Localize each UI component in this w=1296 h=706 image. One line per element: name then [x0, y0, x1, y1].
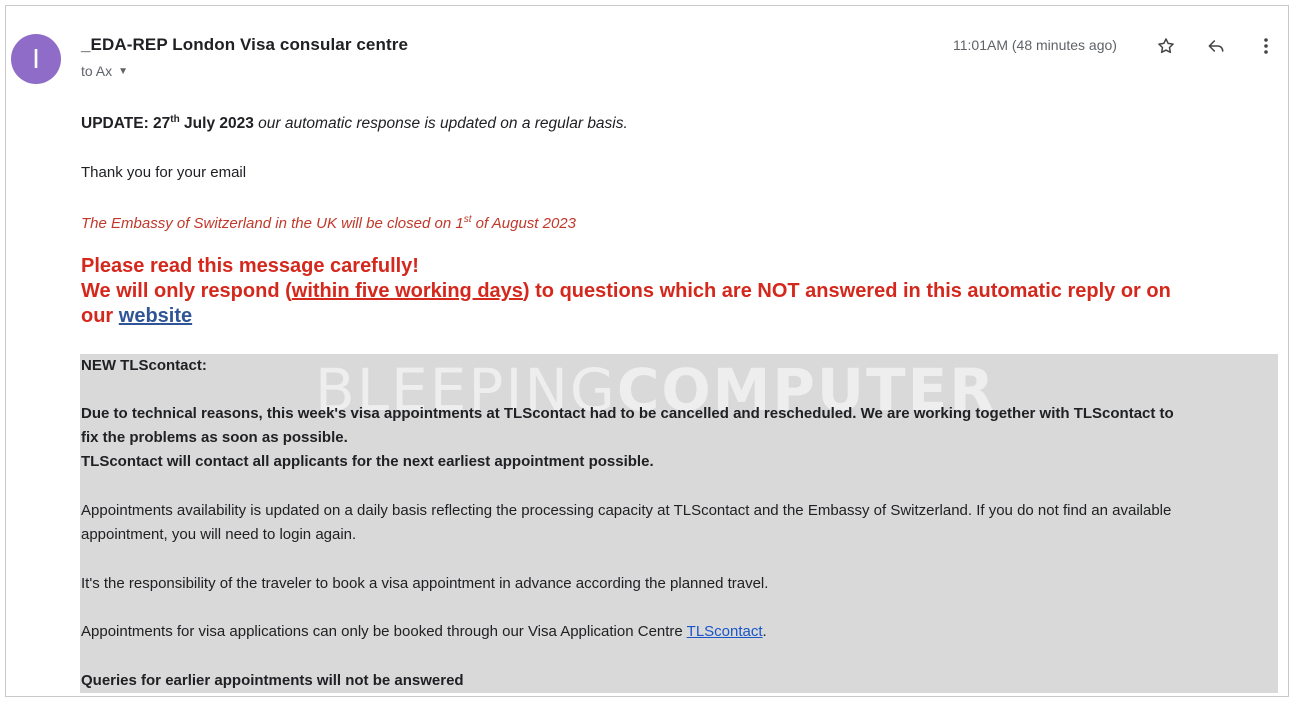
warning-line-2-b: ) to questions which are NOT answered in…: [522, 280, 1171, 302]
update-date-rest: July 2023: [179, 115, 254, 133]
warning-underlined: within five working days: [291, 280, 523, 302]
recipient-label: to Ax: [81, 63, 113, 79]
warning-line-2: We will only respond (within five workin…: [81, 279, 1281, 304]
update-date-prefix: UPDATE: 27: [81, 115, 171, 133]
timestamp: 11:01AM (48 minutes ago): [953, 37, 1117, 53]
warning-line-3: our website: [81, 304, 1281, 329]
availability-line-2: appointment, you will need to login agai…: [81, 526, 357, 543]
booking-text: Appointments for visa applications can o…: [81, 623, 687, 640]
availability-line-1: Appointments availability is updated on …: [81, 502, 1172, 519]
star-icon[interactable]: [1153, 33, 1179, 59]
closure-prefix: The Embassy of Switzerland in the UK wil…: [81, 215, 464, 232]
tls-red-line-2: fix the problems as soon as possible.: [81, 429, 348, 446]
closure-notice: The Embassy of Switzerland in the UK wil…: [81, 214, 576, 232]
website-link[interactable]: website: [119, 305, 192, 327]
warning-line-3-a: our: [81, 305, 119, 327]
tls-red-line-3: TLScontact will contact all applicants f…: [81, 453, 654, 470]
notice-box: BLEEPINGCOMPUTER NEW TLScontact: Due to …: [80, 354, 1278, 693]
recipient-line[interactable]: to Ax ▼: [81, 63, 128, 79]
more-vert-icon[interactable]: [1253, 33, 1279, 59]
email-message: I _EDA-REP London Visa consular centre t…: [5, 5, 1289, 697]
thanks-line: Thank you for your email: [81, 164, 247, 181]
update-italic: our automatic response is updated on a r…: [253, 115, 628, 133]
responsibility-line: It's the responsibility of the traveler …: [81, 575, 769, 592]
warning-line-2-a: We will only respond (: [81, 280, 292, 302]
closure-rest: of August 2023: [471, 215, 576, 232]
booking-period: .: [762, 623, 767, 640]
sender-name[interactable]: _EDA-REP London Visa consular centre: [81, 35, 408, 55]
update-notice: UPDATE: 27th July 2023 our automatic res…: [81, 114, 628, 133]
chevron-down-icon[interactable]: ▼: [118, 66, 128, 77]
warning-line-1: Please read this message carefully!: [81, 255, 419, 277]
queries-line: Queries for earlier appointments will no…: [81, 672, 464, 689]
booking-line: Appointments for visa applications can o…: [81, 623, 767, 640]
avatar-letter: I: [32, 43, 40, 74]
tlscontact-link[interactable]: TLScontact: [687, 623, 763, 640]
tls-red-line-1: Due to technical reasons, this week's vi…: [81, 405, 1174, 422]
reply-icon[interactable]: [1203, 33, 1229, 59]
tls-heading: NEW TLScontact:: [81, 357, 207, 374]
avatar[interactable]: I: [11, 34, 61, 84]
warning-block: Please read this message carefully! We w…: [81, 254, 1281, 329]
update-date-sup: th: [170, 114, 180, 125]
